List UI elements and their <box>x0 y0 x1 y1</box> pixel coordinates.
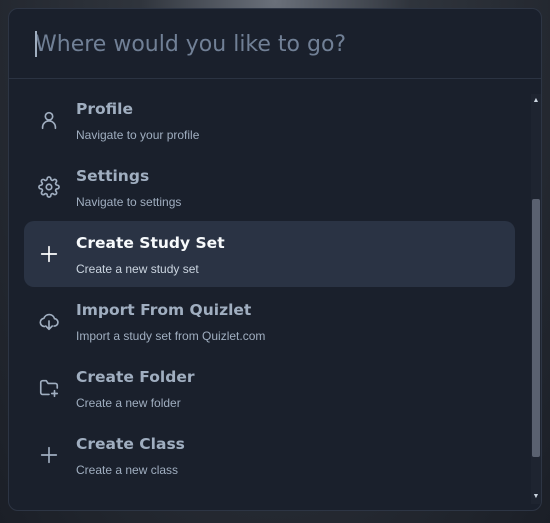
command-title: Create Folder <box>76 368 195 386</box>
command-list: Profile Navigate to your profile Setting… <box>9 87 529 497</box>
user-icon <box>38 109 60 131</box>
scrollbar-thumb[interactable] <box>532 199 540 457</box>
command-title: Settings <box>76 167 150 185</box>
command-palette: Profile Navigate to your profile Setting… <box>8 8 542 511</box>
plus-icon <box>38 444 60 466</box>
command-description: Create a new folder <box>76 396 181 410</box>
command-item-profile[interactable]: Profile Navigate to your profile <box>24 87 515 153</box>
search-row <box>9 9 541 79</box>
command-title: Profile <box>76 100 133 118</box>
scroll-up-arrow-icon[interactable]: ▲ <box>531 94 541 108</box>
command-title: Import From Quizlet <box>76 301 252 319</box>
command-item-create-folder[interactable]: Create Folder Create a new folder <box>24 355 515 421</box>
scrollbar[interactable]: ▲ ▼ <box>531 94 541 504</box>
command-item-settings[interactable]: Settings Navigate to settings <box>24 154 515 220</box>
command-item-import-quizlet[interactable]: Import From Quizlet Import a study set f… <box>24 288 515 354</box>
command-title: Create Study Set <box>76 234 225 252</box>
command-description: Navigate to your profile <box>76 128 200 142</box>
search-input[interactable] <box>9 9 541 79</box>
command-description: Create a new class <box>76 463 179 477</box>
gear-icon <box>38 176 60 198</box>
command-item-create-study-set[interactable]: Create Study Set Create a new study set <box>24 221 515 287</box>
cloud-download-icon <box>38 310 60 332</box>
command-title: Create Class <box>76 435 185 453</box>
folder-plus-icon <box>38 377 60 399</box>
text-caret <box>35 31 37 57</box>
scroll-down-arrow-icon[interactable]: ▼ <box>531 490 541 504</box>
command-description: Import a study set from Quizlet.com <box>76 329 266 343</box>
command-item-create-class[interactable]: Create Class Create a new class <box>24 422 515 488</box>
command-description: Navigate to settings <box>76 195 182 209</box>
command-description: Create a new study set <box>76 262 199 276</box>
plus-icon <box>38 243 60 265</box>
